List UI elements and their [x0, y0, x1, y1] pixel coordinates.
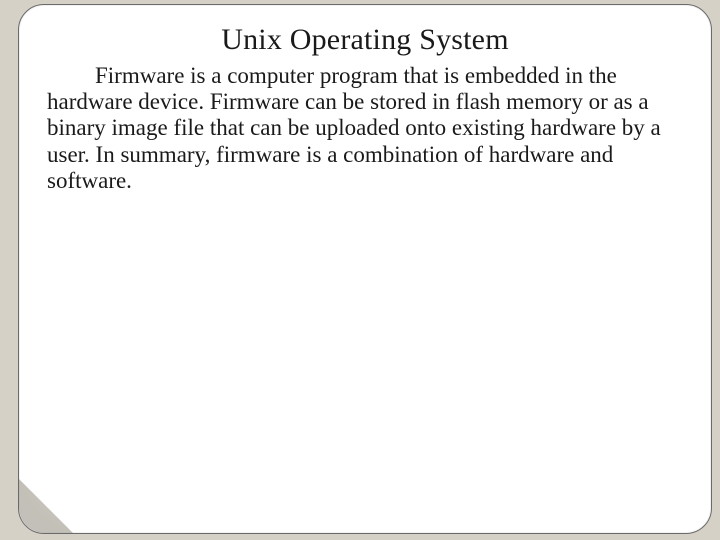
slide-title: Unix Operating System: [47, 23, 683, 57]
slide-body-text: Firmware is a computer program that is e…: [47, 63, 683, 194]
slide-frame: Unix Operating System Firmware is a comp…: [18, 4, 712, 534]
corner-accent-decoration: [19, 479, 73, 533]
